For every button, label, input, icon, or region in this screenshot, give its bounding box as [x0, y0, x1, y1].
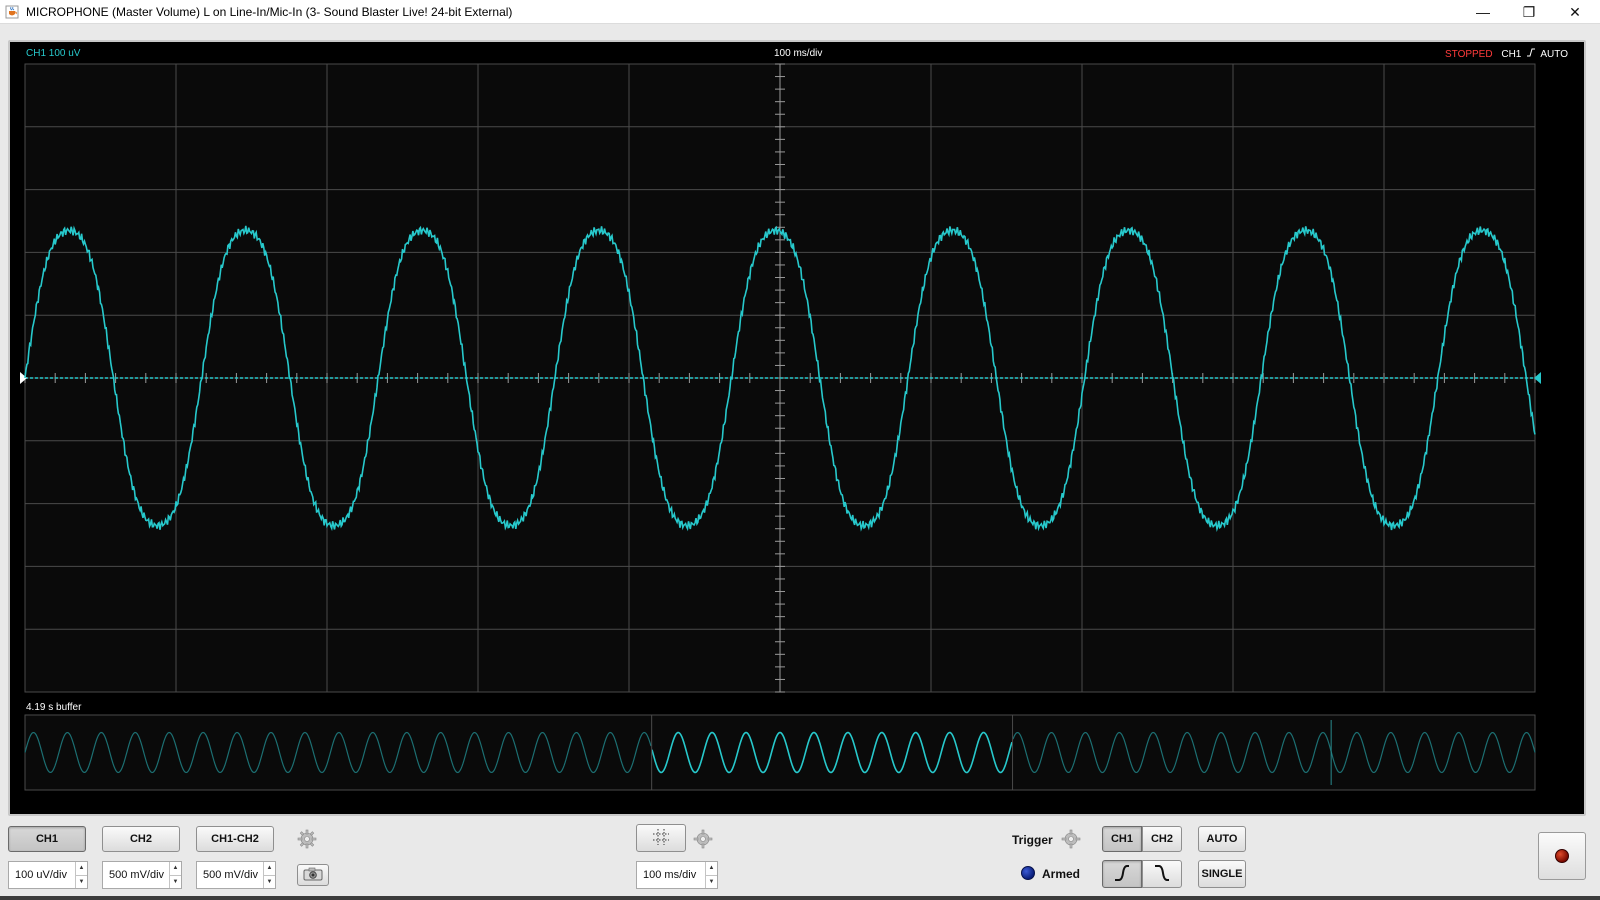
diff-scale-value: 500 mV/div [203, 869, 259, 881]
trigger-rising-edge-button[interactable] [1102, 860, 1142, 888]
taskbar-edge [0, 896, 1600, 900]
buffer-overview [24, 714, 1536, 791]
control-panel: CH1 CH2 CH1-CH2 100 uV/div ▲ ▼ 500 mV/div… [0, 818, 1600, 900]
spinner-down-icon[interactable]: ▼ [264, 876, 275, 889]
diff-scale-spinner[interactable]: 500 mV/div ▲ ▼ [196, 861, 276, 889]
trigger-falling-edge-button[interactable] [1142, 860, 1182, 888]
spinner-down-icon[interactable]: ▼ [76, 876, 87, 889]
rising-edge-icon [1526, 48, 1536, 60]
channel-settings-gear-icon[interactable] [296, 828, 318, 850]
minimize-icon: — [1476, 4, 1490, 20]
trigger-ch1-button[interactable]: CH1 [1102, 826, 1142, 852]
camera-icon [303, 867, 323, 884]
ch1-scale-spinner[interactable]: 100 uV/div ▲ ▼ [8, 861, 88, 889]
restore-icon: ❐ [1522, 3, 1536, 20]
window-title: MICROPHONE (Master Volume) L on Line-In/… [26, 4, 513, 19]
scope-frame: CH1 100 uV 100 ms/div STOPPED CH1 AUTO 4… [8, 40, 1586, 816]
record-button[interactable] [1538, 832, 1586, 880]
trigger-status-group: STOPPED CH1 AUTO [1445, 48, 1568, 60]
trigger-ch2-button[interactable]: CH2 [1142, 826, 1182, 852]
grid-toggle-button[interactable] [636, 824, 686, 852]
channel-scale-label: CH1 100 uV [26, 48, 81, 59]
ch2-button[interactable]: CH2 [102, 826, 180, 852]
auto-button[interactable]: AUTO [1198, 826, 1246, 852]
ch2-scale-spinner[interactable]: 500 mV/div ▲ ▼ [102, 861, 182, 889]
title-bar: MICROPHONE (Master Volume) L on Line-In/… [0, 0, 1600, 24]
falling-edge-icon [1153, 864, 1171, 885]
armed-indicator-icon [1021, 866, 1035, 880]
ch1-scale-value: 100 uV/div [15, 869, 67, 881]
ch1-ch2-button[interactable]: CH1-CH2 [196, 826, 274, 852]
timebase-settings-gear-icon[interactable] [692, 828, 714, 850]
trigger-settings-gear-icon[interactable] [1060, 828, 1082, 850]
ch2-scale-value: 500 mV/div [109, 869, 165, 881]
spinner-down-icon[interactable]: ▼ [170, 876, 181, 889]
ch1-button[interactable]: CH1 [8, 826, 86, 852]
close-button[interactable]: ✕ [1552, 0, 1598, 24]
trigger-mode-indicator: AUTO [1540, 49, 1568, 60]
spinner-down-icon[interactable]: ▼ [706, 876, 717, 889]
spinner-up-icon[interactable]: ▲ [76, 862, 87, 876]
snapshot-camera-button[interactable] [297, 864, 329, 886]
grid-icon [652, 828, 670, 849]
restore-button[interactable]: ❐ [1506, 0, 1552, 24]
timebase-value: 100 ms/div [643, 869, 697, 881]
trigger-channel-indicator: CH1 [1501, 49, 1522, 60]
rising-edge-icon [1113, 864, 1131, 885]
trigger-label: Trigger [1012, 833, 1053, 847]
timebase-spinner[interactable]: 100 ms/div ▲ ▼ [636, 861, 718, 889]
status-stopped: STOPPED [1444, 49, 1493, 60]
armed-label: Armed [1042, 867, 1081, 881]
spinner-up-icon[interactable]: ▲ [706, 862, 717, 876]
close-icon: ✕ [1569, 3, 1581, 20]
single-button[interactable]: SINGLE [1198, 860, 1246, 888]
spinner-up-icon[interactable]: ▲ [170, 862, 181, 876]
minimize-button[interactable]: — [1460, 0, 1506, 24]
timebase-label: 100 ms/div [774, 48, 823, 59]
buffer-label: 4.19 s buffer [26, 702, 82, 713]
java-cup-icon [4, 4, 20, 20]
spinner-up-icon[interactable]: ▲ [264, 862, 275, 876]
scope-display [20, 63, 1541, 791]
record-icon [1555, 849, 1569, 863]
